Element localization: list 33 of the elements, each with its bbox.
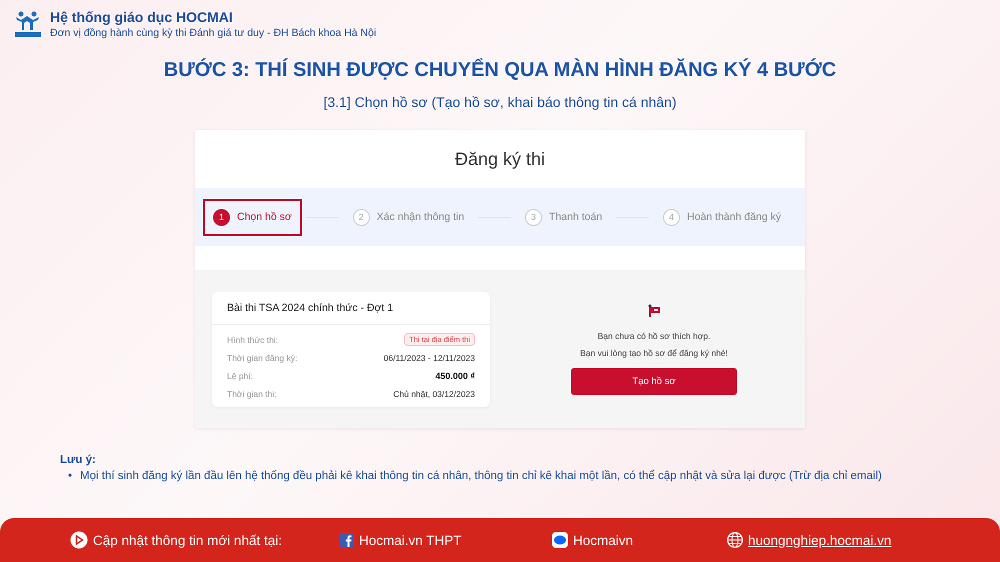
globe-icon — [727, 532, 743, 548]
flag-figure-icon — [647, 304, 661, 318]
brand-tagline: Đơn vị đồng hành cùng kỳ thi Đánh giá tư duy - ĐH Bách khoa Hà Nội — [50, 27, 376, 39]
footer-text: Cập nhật thông tin mới nhất tại: — [93, 532, 282, 548]
empty-message: Bạn vui lòng tạo hồ sơ để đăng ký nhé! — [580, 346, 728, 360]
chat-app-icon — [552, 532, 568, 548]
field-label: Thời gian thi: — [227, 388, 277, 398]
field-label: Lệ phí: — [227, 370, 253, 380]
note-label: Lưu ý: — [60, 454, 97, 466]
create-profile-button[interactable]: Tạo hồ sơ — [571, 368, 737, 394]
field-value: Chủ nhật, 03/12/2023 — [393, 388, 475, 398]
footer-text: Hocmai.vn THPT — [359, 532, 462, 548]
fee-value: 450.000 ₫ — [435, 370, 475, 380]
footer-text: Hocmaivn — [573, 532, 634, 548]
step-tab[interactable]: 1 Chọn hồ sơ — [203, 198, 302, 236]
empty-message: Bạn chưa có hồ sơ thích hợp. — [596, 330, 712, 343]
step-tab[interactable]: 3 Thanh toán — [515, 198, 612, 236]
field-label: Hình thức thi: — [227, 334, 278, 344]
page-title: BƯỚC 3: THÍ SINH ĐƯỢC CHUYỂN QUA MÀN HÌNH ĐĂNG KÝ 4 BƯỚC — [162, 59, 838, 82]
step-tab[interactable]: 2 Xác nhận thông tin — [342, 198, 474, 236]
bullet-mark: • — [68, 469, 72, 484]
facebook-icon — [340, 533, 354, 547]
page-subtitle: [3.1] Chọn hồ sơ (Tạo hồ sơ, khai báo thông tin cá nhân) — [322, 94, 678, 110]
play-icon — [70, 531, 88, 549]
field-label: Thời gian đăng ký: — [227, 352, 298, 362]
field-value: 06/11/2023 - 12/11/2023 — [384, 352, 475, 362]
form-heading: Đăng ký thi — [454, 148, 546, 171]
logo-icon — [14, 10, 42, 38]
note-item: Mọi thí sinh đăng ký lần đầu lên hệ thống đều phải kê khai thông tin cá nhân, thông tin chỉ kê khai một lần, có thể cập nhật và sửa lại được (Trừ địa chỉ email) — [80, 468, 882, 484]
exam-title: Bài thi TSA 2024 chính thức - Đợt 1 — [212, 292, 490, 324]
brand-name: Hệ thống giáo dục HOCMAI — [50, 9, 234, 25]
step-tab[interactable]: 4 Hoàn thành đăng ký — [653, 198, 792, 236]
website-link[interactable]: huongnghiep.hocmai.vn — [748, 532, 892, 548]
